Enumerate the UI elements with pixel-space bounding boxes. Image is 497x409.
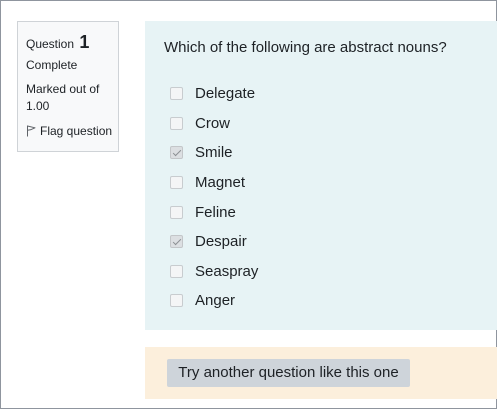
flag-question-link[interactable]: Flag question (26, 122, 118, 140)
feedback-panel: Try another question like this one (145, 347, 497, 399)
answer-label: Delegate (195, 85, 256, 103)
answer-option[interactable]: Despair (170, 227, 258, 257)
question-label: Question (26, 37, 75, 51)
answer-checkbox[interactable] (170, 264, 183, 278)
question-number-line: Question 1 (26, 32, 118, 52)
question-state: Complete (26, 58, 78, 72)
answer-option[interactable]: Smile (170, 138, 258, 168)
answer-label: Feline (195, 203, 236, 221)
answer-option[interactable]: Delegate (170, 79, 258, 109)
answer-label: Anger (195, 292, 236, 310)
answer-checkbox[interactable] (170, 294, 183, 308)
answer-label: Despair (195, 233, 247, 251)
answer-option[interactable]: Magnet (170, 168, 258, 198)
answer-option[interactable]: Anger (170, 286, 258, 316)
answer-label: Crow (195, 114, 231, 132)
answer-label: Seaspray (195, 262, 259, 280)
page-frame: Question 1 Complete Marked out of 1.00 F… (0, 0, 497, 409)
answer-options: Delegate Crow Smile Magnet Feline Despai… (170, 79, 258, 316)
answer-checkbox[interactable] (170, 235, 183, 249)
answer-checkbox[interactable] (170, 87, 183, 101)
question-panel: Which of the following are abstract noun… (145, 21, 497, 330)
question-grade: Marked out of 1.00 (26, 82, 100, 113)
question-number: 1 (79, 32, 90, 52)
answer-checkbox[interactable] (170, 205, 183, 219)
answer-checkbox[interactable] (170, 146, 183, 160)
answer-checkbox[interactable] (170, 116, 183, 130)
answer-option[interactable]: Seaspray (170, 257, 258, 287)
question-text: Which of the following are abstract noun… (164, 39, 447, 56)
answer-option[interactable]: Crow (170, 109, 258, 139)
answer-label: Magnet (195, 174, 246, 192)
try-another-question-button[interactable]: Try another question like this one (167, 359, 410, 387)
flag-icon (27, 125, 36, 137)
flag-question-label: Flag question (40, 124, 113, 138)
answer-option[interactable]: Feline (170, 197, 258, 227)
answer-checkbox[interactable] (170, 176, 183, 190)
question-info-panel: Question 1 Complete Marked out of 1.00 F… (17, 21, 119, 152)
answer-label: Smile (195, 144, 233, 162)
